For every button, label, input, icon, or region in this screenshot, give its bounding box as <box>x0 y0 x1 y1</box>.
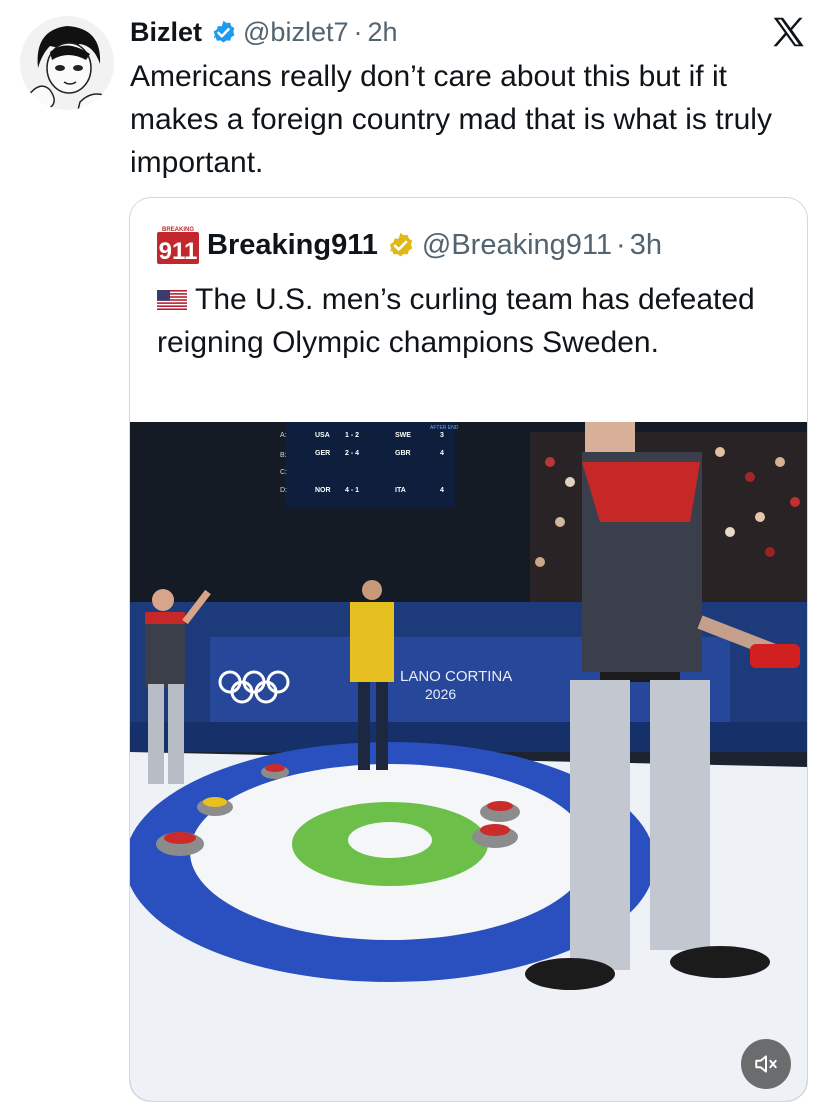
score-a-team2: SWE <box>395 432 411 439</box>
verified-badge-icon <box>213 20 235 43</box>
logo-breaking-text: BREAKING <box>162 227 194 233</box>
scoreboard-letter-c: C: <box>280 469 287 476</box>
us-flag-icon <box>157 290 187 310</box>
scoreboard-letter-a: A: <box>280 432 287 439</box>
verified-gold-badge-icon <box>389 232 413 256</box>
mute-button[interactable] <box>741 1039 791 1089</box>
score-d-end: 4 <box>440 487 444 494</box>
video-player[interactable]: LANO CORTINA 2026 AFTER END A: B: C: D: … <box>130 422 807 1101</box>
score-d-team1: NOR <box>315 487 331 494</box>
quoted-timestamp[interactable]: 3h <box>630 229 662 262</box>
separator-dot: · <box>353 16 363 47</box>
breaking911-logo[interactable]: BREAKING 911 <box>157 224 199 266</box>
quoted-post-header: BREAKING 911 Breaking911 @Breaking911 · … <box>157 224 662 266</box>
quoted-post-text: The U.S. men’s curling team has defeated… <box>157 283 755 359</box>
post-header: Bizlet @bizlet7 · 2h <box>130 12 398 52</box>
scoreboard: AFTER END A: B: C: D: USA 1 - 2 SWE 3 GE… <box>280 422 459 507</box>
score-a-end: 3 <box>440 432 444 439</box>
author-name[interactable]: Bizlet <box>130 17 202 48</box>
score-a-team1: USA <box>315 432 330 439</box>
score-b-end: 4 <box>440 450 444 457</box>
scoreboard-header: AFTER END <box>430 425 459 431</box>
anime-avatar-image <box>20 16 114 110</box>
author-avatar[interactable] <box>20 16 114 110</box>
quoted-post-text-block: The U.S. men’s curling team has defeated… <box>157 278 787 364</box>
score-d-score: 4 - 1 <box>345 487 359 494</box>
curling-video-frame: LANO CORTINA 2026 AFTER END A: B: C: D: … <box>130 422 807 1101</box>
banner-line-2: 2026 <box>425 686 456 702</box>
banner-line-1: LANO CORTINA <box>400 668 512 685</box>
score-b-team1: GER <box>315 450 330 457</box>
speaker-muted-icon <box>755 1055 777 1073</box>
quoted-author-name[interactable]: Breaking911 <box>207 229 378 262</box>
scoreboard-letter-d: D: <box>280 487 287 494</box>
post-timestamp[interactable]: 2h <box>367 17 397 48</box>
score-a-score: 1 - 2 <box>345 432 359 439</box>
scoreboard-letter-b: B: <box>280 452 287 459</box>
quoted-post-card[interactable]: BREAKING 911 Breaking911 @Breaking911 · … <box>129 197 808 1102</box>
score-b-score: 2 - 4 <box>345 450 359 457</box>
author-handle[interactable]: @bizlet7 <box>243 17 348 48</box>
post-text: Americans really don’t care about this b… <box>130 60 772 179</box>
quoted-separator-dot: · <box>616 228 626 261</box>
score-d-team2: ITA <box>395 487 406 494</box>
quoted-author-handle[interactable]: @Breaking911 <box>422 229 612 262</box>
x-logo-icon[interactable] <box>770 14 806 50</box>
score-b-team2: GBR <box>395 450 411 457</box>
logo-number-text: 911 <box>159 238 198 265</box>
